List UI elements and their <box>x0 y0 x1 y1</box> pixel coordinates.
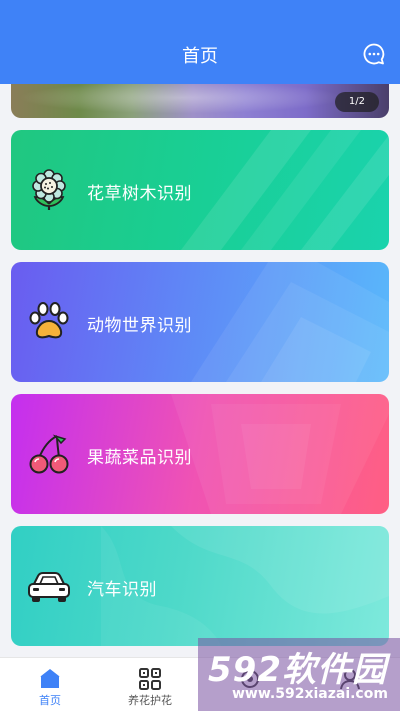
chat-bubble-icon[interactable] <box>362 42 386 66</box>
cherry-icon <box>29 434 69 474</box>
card-label: 动物世界识别 <box>87 316 192 336</box>
flower-icon <box>32 169 66 210</box>
tab-label: 养花护花 <box>128 694 172 707</box>
tab-home[interactable]: 首页 <box>0 658 100 711</box>
car-icon <box>28 572 70 602</box>
site-watermark: 592软件园 www.592xiazai.com <box>198 638 400 711</box>
produce-recognition-card[interactable]: 果蔬菜品识别 <box>11 394 389 514</box>
page-title: 首页 <box>182 46 218 67</box>
carousel-pager: 1/2 <box>334 92 379 112</box>
paw-icon <box>29 302 69 339</box>
tab-label: 首页 <box>39 694 61 707</box>
top-app-bar: 首页 <box>0 0 400 84</box>
home-icon <box>40 669 60 688</box>
grid-icon <box>139 668 161 690</box>
animal-recognition-card[interactable]: 动物世界识别 <box>11 262 389 382</box>
tab-flower-care[interactable]: 养花护花 <box>100 658 200 711</box>
car-recognition-card[interactable]: 汽车识别 <box>11 526 389 646</box>
plant-recognition-card[interactable]: 花草树木识别 <box>11 130 389 250</box>
watermark-url: www.592xiazai.com <box>232 686 388 702</box>
watermark-brand: 592软件园 <box>208 650 387 690</box>
card-label: 花草树木识别 <box>87 184 192 204</box>
card-label: 汽车识别 <box>87 580 157 600</box>
card-label: 果蔬菜品识别 <box>87 448 192 468</box>
banner-carousel[interactable]: 1/2 <box>11 84 389 118</box>
